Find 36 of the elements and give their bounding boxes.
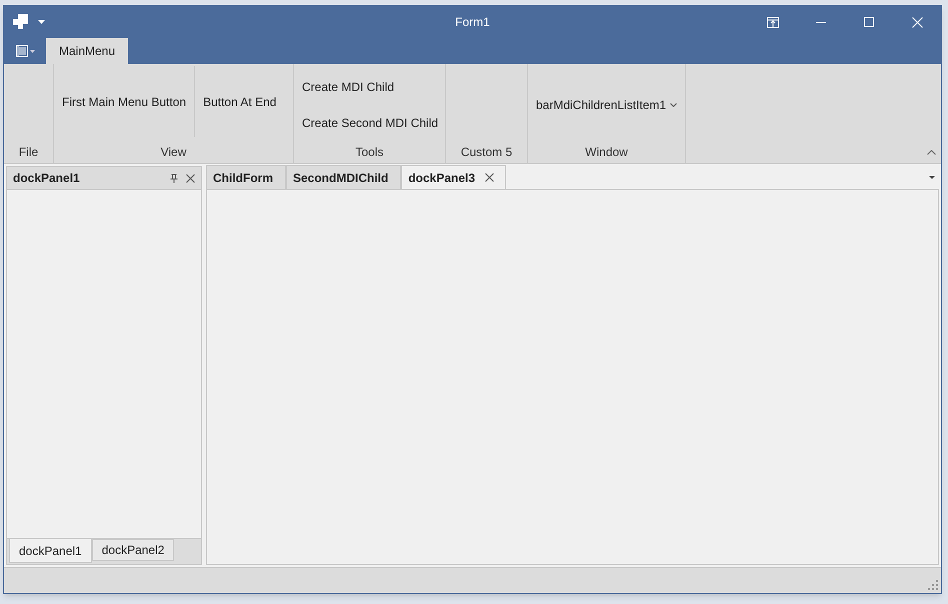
window-title: Form1: [455, 14, 490, 31]
document-tab[interactable]: ChildForm: [206, 165, 286, 189]
tab-list-button[interactable]: [929, 176, 935, 179]
caret-down-icon: [30, 50, 34, 52]
close-icon[interactable]: [485, 173, 494, 182]
dock-tab[interactable]: dockPanel2: [92, 539, 174, 561]
app-logo-icon[interactable]: [12, 14, 30, 30]
dock-panel-title: dockPanel1: [13, 170, 80, 187]
ribbon-button[interactable]: Button At End: [195, 66, 284, 137]
chevron-up-icon: [926, 150, 936, 154]
close-icon: [912, 16, 922, 28]
ribbon-button[interactable]: Create Second MDI Child: [294, 114, 445, 132]
ribbon-tab[interactable]: MainMenu: [46, 38, 128, 64]
document-list-icon: [16, 45, 28, 57]
maximize-icon: [864, 17, 874, 27]
ribbon-group-label: Custom 5: [460, 144, 514, 161]
resize-grip-icon[interactable]: [928, 580, 938, 590]
chevron-down-icon: [670, 102, 678, 106]
ribbon-group-label: View: [160, 144, 188, 161]
close-button[interactable]: [186, 174, 195, 182]
dropdown-button[interactable]: barMdiChildrenListItem1: [528, 66, 686, 143]
pin-button[interactable]: [170, 174, 178, 182]
caret-down-icon: [929, 176, 935, 179]
document-tab[interactable]: SecondMDIChild: [286, 165, 402, 189]
window-restore-icon: [767, 16, 779, 28]
ribbon-button[interactable]: Create MDI Child: [294, 78, 445, 96]
ribbon-group-label: Window: [584, 144, 629, 161]
dock-tab[interactable]: dockPanel1: [9, 539, 92, 563]
document-tab[interactable]: dockPanel3: [401, 165, 506, 189]
pin-icon: [170, 174, 178, 182]
caret-down-icon[interactable]: [38, 20, 45, 24]
close-icon: [186, 174, 195, 182]
ribbon-group-label: Tools: [354, 144, 384, 161]
ribbon-group-label: File: [18, 144, 40, 161]
collapse-ribbon-button[interactable]: [925, 147, 937, 157]
ribbon-button[interactable]: First Main Menu Button: [54, 66, 196, 137]
